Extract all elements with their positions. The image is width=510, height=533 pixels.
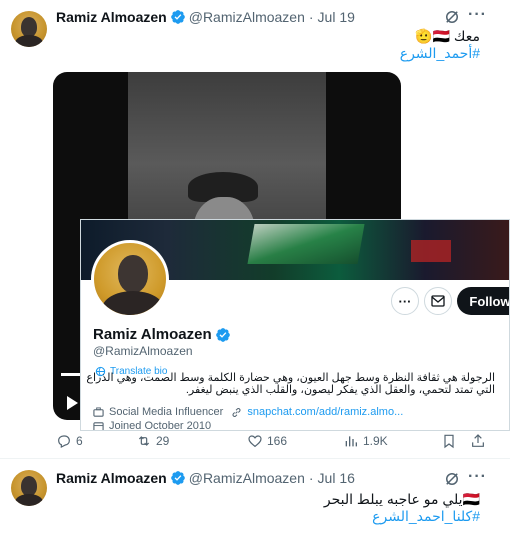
tweet-header: Ramiz Almoazen @RamizAlmoazen · Jul 16 <box>56 468 355 488</box>
views-icon <box>345 436 357 447</box>
author-name[interactable]: Ramiz Almoazen <box>56 9 167 25</box>
avatar-shoulders <box>15 35 43 47</box>
profile-avatar-shoulders <box>102 291 164 315</box>
message-button[interactable] <box>424 287 452 315</box>
repost-icon <box>138 436 150 446</box>
link-icon <box>232 407 241 417</box>
banner-flag <box>247 224 365 264</box>
hashtag-link[interactable]: #كلنا_احمد_الشرع <box>372 507 480 525</box>
avatar[interactable] <box>11 470 47 506</box>
briefcase-icon <box>93 406 104 417</box>
like-icon <box>248 435 262 448</box>
tweet-text: 🇾🇪يلي مو عاجبه يبلط البحر <box>323 491 480 507</box>
verified-icon <box>215 327 230 342</box>
reply-button[interactable]: 6 <box>56 433 83 449</box>
banner-detail <box>411 240 451 262</box>
tweet-text: معك 🇾🇪🫡 <box>415 28 480 44</box>
separator: · <box>308 470 314 486</box>
mail-icon <box>431 295 445 307</box>
avatar-face <box>21 17 37 37</box>
like-count: 166 <box>267 434 288 448</box>
share-button[interactable] <box>470 433 490 449</box>
more-icon[interactable]: ··· <box>468 468 487 486</box>
profile-handle: @RamizAlmoazen <box>93 344 193 358</box>
tweet-actions: 6 29 166 1.9K <box>56 432 496 450</box>
bookmark-button[interactable] <box>441 433 461 449</box>
profile-joined-row: Joined October 2010 <box>93 420 212 431</box>
avatar[interactable] <box>11 11 47 47</box>
repost-button[interactable]: 29 <box>136 433 169 449</box>
author-handle[interactable]: @RamizAlmoazen <box>189 470 305 486</box>
profile-category: Social Media Influencer <box>109 406 224 418</box>
avatar-shoulders <box>15 494 43 506</box>
profile-name: Ramiz Almoazen <box>93 326 234 343</box>
repost-count: 29 <box>156 434 170 448</box>
verified-icon <box>170 10 185 24</box>
play-icon[interactable] <box>67 396 78 410</box>
views-button[interactable]: 1.9K <box>343 433 388 449</box>
reply-icon <box>58 435 70 448</box>
grok-icon[interactable] <box>443 8 461 26</box>
more-icon[interactable]: ··· <box>468 6 487 24</box>
more-options-button[interactable]: ··· <box>391 287 419 315</box>
bookmark-icon <box>444 434 454 449</box>
share-icon <box>472 434 484 447</box>
profile-hover-card: ··· Follow Ramiz Almoazen @RamizAlmoazen… <box>80 219 510 431</box>
profile-link[interactable]: snapchat.com/add/ramiz.almo... <box>247 406 403 418</box>
tweet-header: Ramiz Almoazen @RamizAlmoazen · Jul 19 <box>56 7 355 27</box>
profile-avatar[interactable] <box>91 240 169 318</box>
profile-name-text: Ramiz Almoazen <box>93 326 212 343</box>
tweet-date[interactable]: Jul 19 <box>318 9 355 25</box>
follow-button[interactable]: Follow <box>457 287 509 315</box>
hashtag-link[interactable]: #أحمد_الشرع <box>400 44 480 62</box>
views-count: 1.9K <box>363 434 388 448</box>
profile-joined: Joined October 2010 <box>109 420 212 431</box>
tweet[interactable]: Ramiz Almoazen @RamizAlmoazen · Jul 19 ·… <box>0 0 510 458</box>
profile-bio: الرجولة هي ثقافة النظرة وسط جهل العيون، … <box>86 372 495 396</box>
calendar-icon <box>93 421 104 430</box>
reply-count: 6 <box>76 434 83 448</box>
like-button[interactable]: 166 <box>247 433 287 449</box>
profile-meta-row: Social Media Influencer snapchat.com/add… <box>93 406 403 418</box>
author-handle[interactable]: @RamizAlmoazen <box>189 9 305 25</box>
avatar-face <box>21 476 37 496</box>
author-name[interactable]: Ramiz Almoazen <box>56 470 167 486</box>
profile-avatar-face <box>118 255 148 293</box>
verified-icon <box>170 471 185 485</box>
grok-icon[interactable] <box>443 470 461 488</box>
tweet[interactable]: Ramiz Almoazen @RamizAlmoazen · Jul 16 ·… <box>0 458 510 533</box>
separator: · <box>308 9 314 25</box>
tweet-date[interactable]: Jul 16 <box>318 470 355 486</box>
